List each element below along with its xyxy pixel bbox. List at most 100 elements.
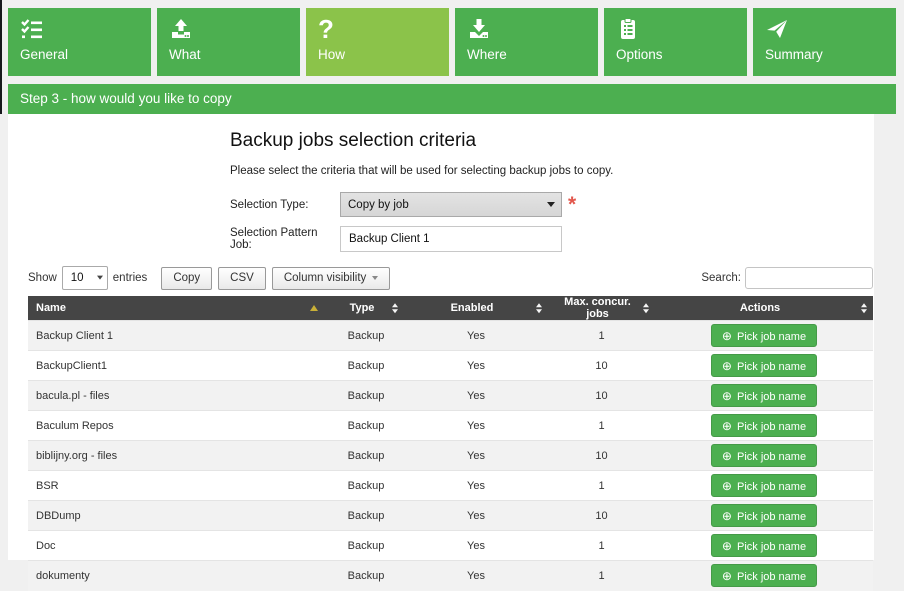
job-name-cell: BackupClient1 <box>28 351 328 381</box>
job-actions-cell: ⊕Pick job name <box>655 411 873 441</box>
table-row: DBDump Backup Yes 10 ⊕Pick job name <box>28 501 873 531</box>
plus-circle-icon: ⊕ <box>722 359 732 373</box>
csv-button[interactable]: CSV <box>218 267 266 290</box>
pick-job-name-button[interactable]: ⊕Pick job name <box>711 384 817 407</box>
job-actions-cell: ⊕Pick job name <box>655 381 873 411</box>
job-enabled-cell: Yes <box>404 501 548 531</box>
job-enabled-cell: Yes <box>404 351 548 381</box>
pick-job-name-button[interactable]: ⊕Pick job name <box>711 414 817 437</box>
job-name-cell: biblijny.org - files <box>28 441 328 471</box>
job-name-cell: dokumenty <box>28 561 328 591</box>
tab-options[interactable]: Options <box>604 8 747 76</box>
job-max-concur-cell: 1 <box>548 561 655 591</box>
search-label: Search: <box>701 272 741 284</box>
search-input[interactable] <box>745 267 873 289</box>
job-name-cell: BSR <box>28 471 328 501</box>
pick-job-name-button[interactable]: ⊕Pick job name <box>711 504 817 527</box>
wizard-tabs: General What ? How Where <box>0 0 904 76</box>
sort-asc-icon <box>310 305 318 311</box>
tab-label: Summary <box>765 47 884 62</box>
column-header-actions[interactable]: Actions <box>655 296 873 321</box>
job-type-cell: Backup <box>328 321 404 351</box>
job-actions-cell: ⊕Pick job name <box>655 561 873 591</box>
tab-label: Where <box>467 47 586 62</box>
tab-how[interactable]: ? How <box>306 8 449 76</box>
criteria-form: Backup jobs selection criteria Please se… <box>8 130 874 252</box>
tab-summary[interactable]: Summary <box>753 8 896 76</box>
pick-job-name-button[interactable]: ⊕Pick job name <box>711 474 817 497</box>
plus-circle-icon: ⊕ <box>722 569 732 583</box>
job-name-cell: Backup Client 1 <box>28 321 328 351</box>
upload-icon <box>169 17 288 43</box>
job-max-concur-cell: 10 <box>548 441 655 471</box>
job-max-concur-cell: 1 <box>548 531 655 561</box>
tab-label: What <box>169 47 288 62</box>
job-type-cell: Backup <box>328 441 404 471</box>
plus-circle-icon: ⊕ <box>722 539 732 553</box>
column-visibility-button[interactable]: Column visibility <box>272 267 390 290</box>
jobs-table: Name Type Enabled Max. concur. jobs <box>28 296 873 591</box>
column-header-max-concur-jobs[interactable]: Max. concur. jobs <box>548 296 655 321</box>
table-row: dokumenty Backup Yes 1 ⊕Pick job name <box>28 561 873 591</box>
window-edge <box>0 0 2 114</box>
selection-type-label: Selection Type: <box>230 199 340 211</box>
job-type-cell: Backup <box>328 351 404 381</box>
job-max-concur-cell: 1 <box>548 471 655 501</box>
page-length-select[interactable]: 10 <box>62 266 108 290</box>
tab-label: How <box>318 47 437 62</box>
wizard-content: Backup jobs selection criteria Please se… <box>8 114 874 560</box>
job-enabled-cell: Yes <box>404 441 548 471</box>
column-header-enabled[interactable]: Enabled <box>404 296 548 321</box>
pick-job-name-button[interactable]: ⊕Pick job name <box>711 354 817 377</box>
job-actions-cell: ⊕Pick job name <box>655 531 873 561</box>
pick-job-name-button[interactable]: ⊕Pick job name <box>711 534 817 557</box>
job-name-cell: bacula.pl - files <box>28 381 328 411</box>
tab-where[interactable]: Where <box>455 8 598 76</box>
pick-job-name-button[interactable]: ⊕Pick job name <box>711 444 817 467</box>
job-max-concur-cell: 1 <box>548 321 655 351</box>
job-type-cell: Backup <box>328 561 404 591</box>
step-title-bar: Step 3 - how would you like to copy <box>8 84 896 114</box>
sort-icon <box>643 303 649 313</box>
table-row: BSR Backup Yes 1 ⊕Pick job name <box>28 471 873 501</box>
job-enabled-cell: Yes <box>404 531 548 561</box>
tab-what[interactable]: What <box>157 8 300 76</box>
pick-job-name-button[interactable]: ⊕Pick job name <box>711 324 817 347</box>
job-name-cell: DBDump <box>28 501 328 531</box>
job-type-cell: Backup <box>328 501 404 531</box>
plus-circle-icon: ⊕ <box>722 509 732 523</box>
clipboard-icon <box>616 17 735 43</box>
job-max-concur-cell: 10 <box>548 351 655 381</box>
job-actions-cell: ⊕Pick job name <box>655 441 873 471</box>
question-icon: ? <box>318 17 437 43</box>
plus-circle-icon: ⊕ <box>722 449 732 463</box>
job-enabled-cell: Yes <box>404 321 548 351</box>
entries-label: entries <box>113 272 148 284</box>
column-header-name[interactable]: Name <box>28 296 328 321</box>
table-row: bacula.pl - files Backup Yes 10 ⊕Pick jo… <box>28 381 873 411</box>
table-row: Doc Backup Yes 1 ⊕Pick job name <box>28 531 873 561</box>
job-type-cell: Backup <box>328 531 404 561</box>
job-max-concur-cell: 10 <box>548 501 655 531</box>
job-type-cell: Backup <box>328 411 404 441</box>
jobs-table-body: Backup Client 1 Backup Yes 1 ⊕Pick job n… <box>28 321 873 591</box>
selection-pattern-label: Selection Pattern Job: <box>230 227 340 251</box>
selection-pattern-input[interactable] <box>340 226 562 252</box>
download-icon <box>467 17 586 43</box>
job-name-cell: Baculum Repos <box>28 411 328 441</box>
caret-down-icon <box>372 276 378 280</box>
table-row: biblijny.org - files Backup Yes 10 ⊕Pick… <box>28 441 873 471</box>
table-row: Baculum Repos Backup Yes 1 ⊕Pick job nam… <box>28 411 873 441</box>
job-max-concur-cell: 1 <box>548 411 655 441</box>
tab-general[interactable]: General <box>8 8 151 76</box>
copy-button[interactable]: Copy <box>161 267 212 290</box>
selection-type-select[interactable]: Copy by job <box>340 192 562 217</box>
job-enabled-cell: Yes <box>404 561 548 591</box>
column-header-type[interactable]: Type <box>328 296 404 321</box>
pick-job-name-button[interactable]: ⊕Pick job name <box>711 564 817 587</box>
required-marker: * <box>568 200 576 210</box>
plus-circle-icon: ⊕ <box>722 479 732 493</box>
paper-plane-icon <box>765 17 884 43</box>
job-enabled-cell: Yes <box>404 411 548 441</box>
form-title: Backup jobs selection criteria <box>230 130 874 152</box>
